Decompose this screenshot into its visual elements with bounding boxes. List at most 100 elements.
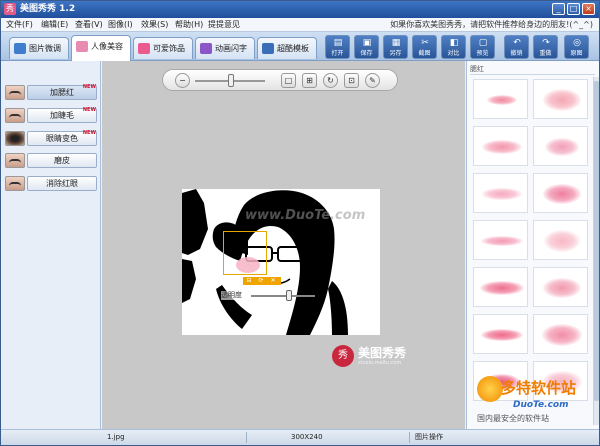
crop-icon: ⊡ [348, 76, 355, 85]
blush-style-thumbnail[interactable] [473, 126, 528, 166]
compare-button[interactable]: ◧ 对比 [441, 35, 466, 59]
work-area: − □ ⊞ ↻ ⊡ ✎ www.DuoTe.com ⊟ ⟳ ✕ 透明度 秀 美图… [102, 61, 465, 429]
menu-view[interactable]: 查看(V) [75, 19, 103, 31]
menu-effects[interactable]: 效果(S) [141, 19, 168, 31]
open-button[interactable]: ▤ 打开 [325, 35, 350, 59]
actual-size-icon: □ [284, 76, 293, 85]
watermark-site: DuoTe.com [513, 400, 569, 410]
compare-icon: ◧ [449, 38, 459, 48]
screenshot-label: 截图 [418, 50, 431, 57]
animation-icon [200, 43, 212, 54]
blush-swatch [480, 281, 524, 295]
menu-image[interactable]: 图像(I) [108, 19, 133, 31]
preview-button[interactable]: ▢ 预览 [470, 35, 495, 59]
tab-label: 人像美容 [91, 42, 123, 51]
crop-button[interactable]: ⊡ [344, 73, 359, 88]
tab-animation-text[interactable]: 动画闪字 [195, 37, 255, 59]
opacity-slider-track[interactable] [251, 295, 315, 297]
blush-style-thumbnail[interactable] [533, 220, 588, 260]
brush-button[interactable]: ✎ [365, 73, 380, 88]
blush-style-thumbnail[interactable] [473, 79, 528, 119]
redo-button[interactable]: ↷ 重做 [533, 35, 558, 59]
blush-style-thumbnail[interactable] [473, 314, 528, 354]
screenshot-icon: ✂ [421, 38, 429, 48]
tab-cute-decorations[interactable]: 可爱饰品 [133, 37, 193, 59]
open-label: 打开 [331, 50, 344, 57]
open-icon: ▤ [333, 38, 343, 48]
blush-style-thumbnail[interactable] [473, 220, 528, 260]
effect-eyelashes[interactable]: 加睫毛 NEW [5, 107, 97, 123]
save-as-button[interactable]: ▦ 另存 [383, 35, 408, 59]
fit-window-icon: ⊞ [306, 76, 313, 85]
tab-cool-templates[interactable]: 超酷模板 [257, 37, 317, 59]
opacity-label: 透明度 [221, 291, 242, 300]
undo-button[interactable]: ↶ 撤销 [504, 35, 529, 59]
window-title: 美图秀秀 1.2 [20, 4, 76, 14]
new-badge: NEW [82, 130, 96, 136]
save-as-label: 另存 [389, 50, 402, 57]
status-separator [246, 432, 247, 443]
tab-label: 可爱饰品 [153, 44, 185, 53]
minimize-button[interactable]: _ [552, 3, 565, 15]
meitu-brand: 秀 美图秀秀 xiuxiu.meitu.com [332, 345, 462, 369]
blush-swatch [544, 230, 580, 252]
effect-skin-smooth-button[interactable]: 磨皮 [27, 153, 97, 168]
blush-swatch [543, 89, 581, 111]
blush-style-thumbnail[interactable] [533, 267, 588, 307]
save-label: 保存 [360, 50, 373, 57]
eyeball-thumbnail-icon [5, 131, 25, 146]
menu-bar: 文件(F) 编辑(E) 查看(V) 图像(I) 效果(S) 帮助(H) 提提意见… [1, 18, 599, 32]
original-icon: ◎ [573, 38, 581, 48]
effect-red-eye[interactable]: 消除红眼 [5, 176, 97, 191]
close-button[interactable]: × [582, 3, 595, 15]
screenshot-button[interactable]: ✂ 截图 [412, 35, 437, 59]
status-bar: 1.jpg 300X240 图片操作 [1, 429, 599, 445]
effect-skin-smooth[interactable]: 磨皮 [5, 153, 97, 168]
preview-icon: ▢ [478, 38, 488, 48]
original-button[interactable]: ◎ 原图 [564, 35, 589, 59]
zoom-out-button[interactable]: − [175, 73, 190, 88]
tab-picture-adjust[interactable]: 图片微调 [9, 37, 69, 59]
blush-style-thumbnail[interactable] [533, 173, 588, 213]
blush-swatch [487, 95, 517, 105]
blush-swatch [482, 140, 522, 154]
zoom-slider-thumb[interactable] [228, 74, 234, 87]
template-icon [262, 43, 274, 54]
menu-edit[interactable]: 编辑(E) [41, 19, 68, 31]
undo-label: 撤销 [510, 50, 523, 57]
blush-selection-box[interactable] [223, 231, 267, 275]
shrink-icon[interactable]: ⊟ [245, 277, 253, 285]
compare-label: 对比 [447, 50, 460, 57]
menu-file[interactable]: 文件(F) [6, 19, 33, 31]
blush-style-thumbnail[interactable] [473, 267, 528, 307]
blush-style-thumbnail[interactable] [533, 79, 588, 119]
effect-eye-color[interactable]: 眼睛变色 NEW [5, 130, 97, 146]
sun-logo-icon [477, 376, 503, 402]
eye-thumbnail-icon [5, 108, 25, 123]
scrollbar-thumb[interactable] [594, 81, 599, 401]
maximize-button[interactable]: □ [567, 3, 580, 15]
effect-blush[interactable]: 加腮红 NEW [5, 84, 97, 100]
save-button[interactable]: ▣ 保存 [354, 35, 379, 59]
menu-help[interactable]: 帮助(H) [175, 19, 203, 31]
effect-red-eye-button[interactable]: 消除红眼 [27, 176, 97, 191]
blush-style-thumbnail[interactable] [533, 314, 588, 354]
menu-feedback[interactable]: 提提意见 [208, 19, 240, 31]
delete-icon[interactable]: ✕ [269, 277, 277, 285]
tab-portrait-beauty[interactable]: 人像美容 [71, 35, 131, 61]
promo-notice: 如果你喜欢美图秀秀，请把软件推荐给身边的朋友!(^_^) [390, 20, 593, 29]
opacity-slider-thumb[interactable] [286, 290, 292, 301]
duote-site-watermark: 多特软件站 DuoTe.com 国内最安全的软件站 [473, 374, 599, 434]
app-window: 秀 美图秀秀 1.2 _ □ × 文件(F) 编辑(E) 查看(V) 图像(I)… [0, 0, 600, 446]
redo-label: 重做 [539, 50, 552, 57]
blush-style-thumbnail[interactable] [473, 173, 528, 213]
fit-window-button[interactable]: ⊞ [302, 73, 317, 88]
reset-icon[interactable]: ⟳ [257, 277, 265, 285]
actual-size-button[interactable]: □ [281, 73, 296, 88]
blush-swatch [543, 278, 581, 298]
rotate-button[interactable]: ↻ [323, 73, 338, 88]
panel-scrollbar[interactable] [593, 77, 599, 425]
portrait-icon [76, 41, 88, 52]
title-bar: 秀 美图秀秀 1.2 _ □ × [1, 1, 599, 18]
blush-style-thumbnail[interactable] [533, 126, 588, 166]
